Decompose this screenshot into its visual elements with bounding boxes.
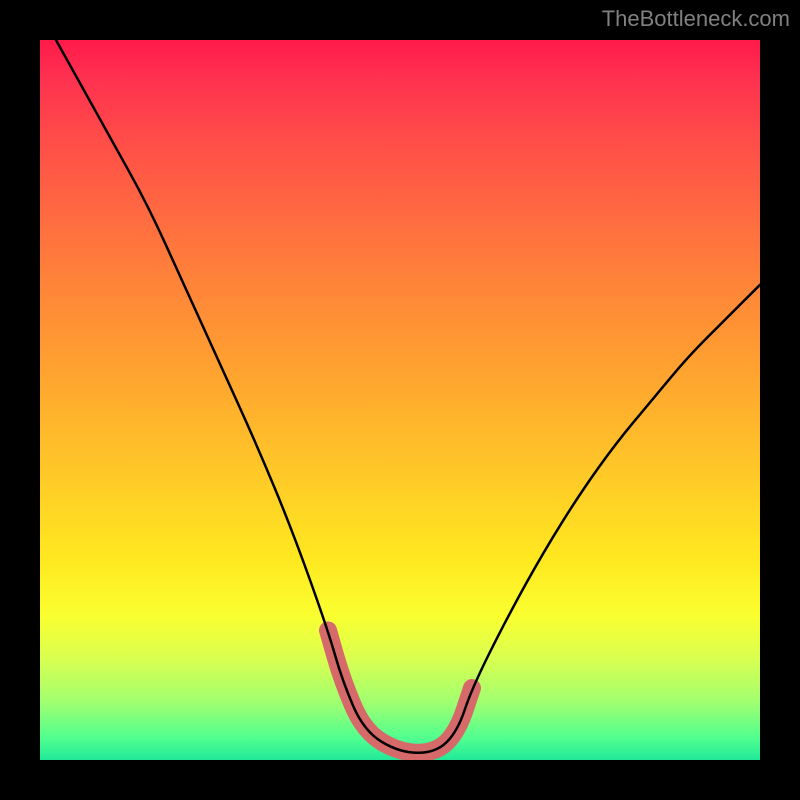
watermark-text: TheBottleneck.com <box>602 6 790 32</box>
chart-svg <box>40 40 760 760</box>
bottleneck-curve-path <box>40 40 760 753</box>
plot-area <box>40 40 760 760</box>
highlight-band-path <box>328 630 472 752</box>
bottleneck-chart: TheBottleneck.com <box>0 0 800 800</box>
